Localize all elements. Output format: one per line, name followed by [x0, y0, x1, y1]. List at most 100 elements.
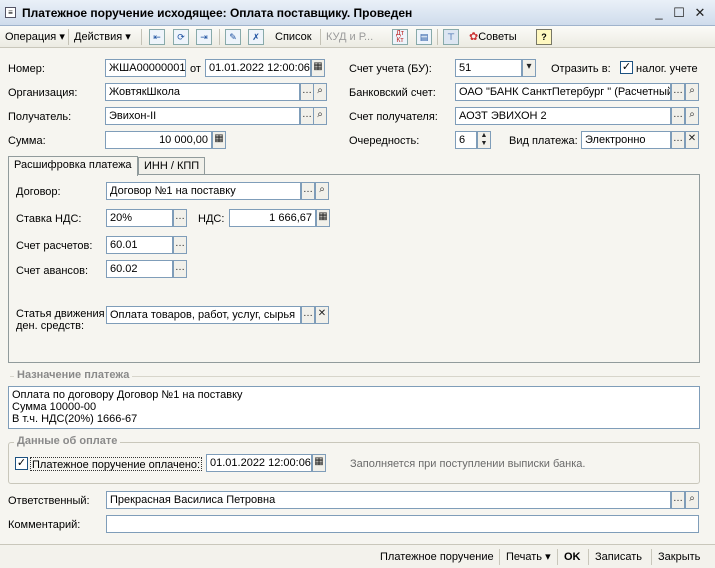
- paid-date-field[interactable]: 01.01.2022 12:00:06: [206, 454, 312, 472]
- ok-button[interactable]: OK: [564, 550, 581, 564]
- select-ellipsis-icon[interactable]: …: [301, 182, 315, 200]
- select-ellipsis-icon[interactable]: …: [300, 83, 314, 101]
- select-ellipsis-icon[interactable]: …: [671, 107, 685, 125]
- print-button[interactable]: Печать ▾: [506, 550, 551, 564]
- select-ellipsis-icon[interactable]: …: [671, 83, 685, 101]
- search-icon[interactable]: ⌕: [313, 83, 327, 101]
- calendar-icon[interactable]: ▦: [311, 59, 325, 77]
- calendar-icon[interactable]: ▦: [312, 454, 326, 472]
- bank-account-label: Банковский счет:: [349, 87, 436, 99]
- search-icon[interactable]: ⌕: [685, 491, 699, 509]
- tab-payment-details[interactable]: Расшифровка платежа: [8, 156, 138, 176]
- priority-field[interactable]: 6: [455, 131, 477, 149]
- arrow-left-icon[interactable]: ⇤: [149, 29, 165, 45]
- number-field[interactable]: ЖШA00000001: [105, 59, 186, 77]
- account-label: Счет учета (БУ):: [349, 63, 432, 75]
- sum-label: Сумма:: [8, 135, 46, 147]
- calculator-icon[interactable]: ▦: [316, 209, 330, 227]
- advance-account-label: Счет авансов:: [16, 265, 89, 277]
- purpose-textarea[interactable]: Оплата по договору Договор №1 на поставк…: [8, 386, 700, 429]
- clear-icon[interactable]: ✕: [315, 306, 329, 324]
- refresh-icon[interactable]: ⟳: [173, 29, 189, 45]
- purpose-line: В т.ч. НДС(20%) 1666-67: [12, 413, 138, 425]
- reflect-label: Отразить в:: [551, 63, 611, 75]
- organization-field[interactable]: ЖовтякШкола: [105, 83, 300, 101]
- search-icon[interactable]: ⌕: [313, 107, 327, 125]
- contract-field[interactable]: Договор №1 на поставку: [106, 182, 301, 200]
- vat-field[interactable]: 1 666,67: [229, 209, 316, 227]
- structure-icon[interactable]: ⊤: [443, 29, 459, 45]
- recipient-field[interactable]: Эвихон-II: [105, 107, 300, 125]
- title-bar: ≡ Платежное поручение исходящее: Оплата …: [0, 0, 715, 26]
- actions-menu[interactable]: Действия ▾: [71, 29, 134, 45]
- vat-rate-label: Ставка НДС:: [16, 213, 82, 225]
- priority-label: Очередность:: [349, 135, 420, 147]
- kud-button[interactable]: КУД и Р...: [323, 29, 376, 45]
- select-ellipsis-icon[interactable]: …: [173, 260, 187, 278]
- purpose-title: Назначение платежа: [14, 369, 133, 381]
- search-icon[interactable]: ⌕: [315, 182, 329, 200]
- dt-kt-icon[interactable]: Дт Кт: [392, 29, 408, 45]
- search-icon[interactable]: ⌕: [685, 83, 699, 101]
- comment-label: Комментарий:: [8, 519, 81, 531]
- minimize-icon[interactable]: _: [652, 6, 666, 20]
- button-separator: [499, 549, 500, 565]
- clear-icon[interactable]: ✕: [685, 131, 699, 149]
- chevron-down-icon[interactable]: ▾: [522, 59, 536, 77]
- vat-label: НДС:: [198, 213, 225, 225]
- cashflow-item-field[interactable]: Оплата товаров, работ, услуг, сырья: [106, 306, 301, 324]
- vat-rate-field[interactable]: 20%: [106, 209, 173, 227]
- select-ellipsis-icon[interactable]: …: [671, 131, 685, 149]
- sum-field[interactable]: 10 000,00: [105, 131, 212, 149]
- document-icon: ≡: [5, 7, 16, 18]
- select-ellipsis-icon[interactable]: …: [173, 236, 187, 254]
- button-separator: [588, 549, 589, 565]
- advice-button[interactable]: ✿Советы: [466, 29, 520, 45]
- select-ellipsis-icon[interactable]: …: [301, 306, 315, 324]
- payment-hint: Заполняется при поступлении выписки банк…: [350, 458, 586, 470]
- help-icon[interactable]: ?: [536, 29, 552, 45]
- payment-type-field[interactable]: Электронно: [581, 131, 671, 149]
- tax-accounting-checkbox[interactable]: ✓: [620, 61, 633, 74]
- toolbar-separator: [219, 29, 220, 45]
- bank-account-field[interactable]: ОАО "БАНК СанктПетербург " (Расчетный): [455, 83, 671, 101]
- list-button[interactable]: Список: [272, 29, 315, 45]
- comment-field[interactable]: [106, 515, 699, 533]
- search-icon[interactable]: ⌕: [685, 107, 699, 125]
- bottom-button-bar: Платежное поручение Печать ▾ OK Записать…: [0, 544, 715, 568]
- date-field[interactable]: 01.01.2022 12:00:06: [205, 59, 311, 77]
- select-ellipsis-icon[interactable]: …: [173, 209, 187, 227]
- report-icon[interactable]: ▤: [416, 29, 432, 45]
- responsible-field[interactable]: Прекрасная Василиса Петровна: [106, 491, 671, 509]
- tax-accounting-label: налог. учете: [636, 63, 698, 75]
- paid-label: Платежное поручение оплачено:: [30, 457, 203, 471]
- post-icon[interactable]: ✎: [225, 29, 241, 45]
- settlement-account-field[interactable]: 60.01: [106, 236, 173, 254]
- unpost-icon[interactable]: ✗: [248, 29, 264, 45]
- recipient-account-field[interactable]: АОЗТ ЭВИХОН 2: [455, 107, 671, 125]
- from-label: от: [190, 63, 201, 75]
- stepper-icon[interactable]: ▲ ▼: [477, 131, 491, 149]
- select-ellipsis-icon[interactable]: …: [671, 491, 685, 509]
- close-button[interactable]: Закрыть: [658, 550, 700, 564]
- arrow-right-icon[interactable]: ⇥: [196, 29, 212, 45]
- close-icon[interactable]: ✕: [693, 6, 707, 20]
- select-ellipsis-icon[interactable]: …: [300, 107, 314, 125]
- operation-menu[interactable]: Операция ▾: [2, 29, 68, 45]
- paid-checkbox[interactable]: ✓: [15, 457, 28, 470]
- button-separator: [651, 549, 652, 565]
- maximize-icon[interactable]: ☐: [672, 6, 686, 20]
- advance-account-field[interactable]: 60.02: [106, 260, 173, 278]
- account-select[interactable]: 51: [455, 59, 522, 77]
- purpose-line: Оплата по договору Договор №1 на поставк…: [12, 389, 243, 401]
- contract-label: Договор:: [16, 186, 61, 198]
- toolbar-separator: [141, 29, 142, 45]
- toolbar: Операция ▾ Действия ▾ ⇤ ⟳ ⇥ ✎ ✗ Список К…: [0, 26, 715, 48]
- save-button[interactable]: Записать: [595, 550, 642, 564]
- toolbar-separator: [320, 29, 321, 45]
- responsible-label: Ответственный:: [8, 495, 90, 507]
- print-form-button[interactable]: Платежное поручение: [380, 550, 494, 564]
- calculator-icon[interactable]: ▦: [212, 131, 226, 149]
- toolbar-separator: [68, 29, 69, 45]
- settlement-account-label: Счет расчетов:: [16, 240, 93, 252]
